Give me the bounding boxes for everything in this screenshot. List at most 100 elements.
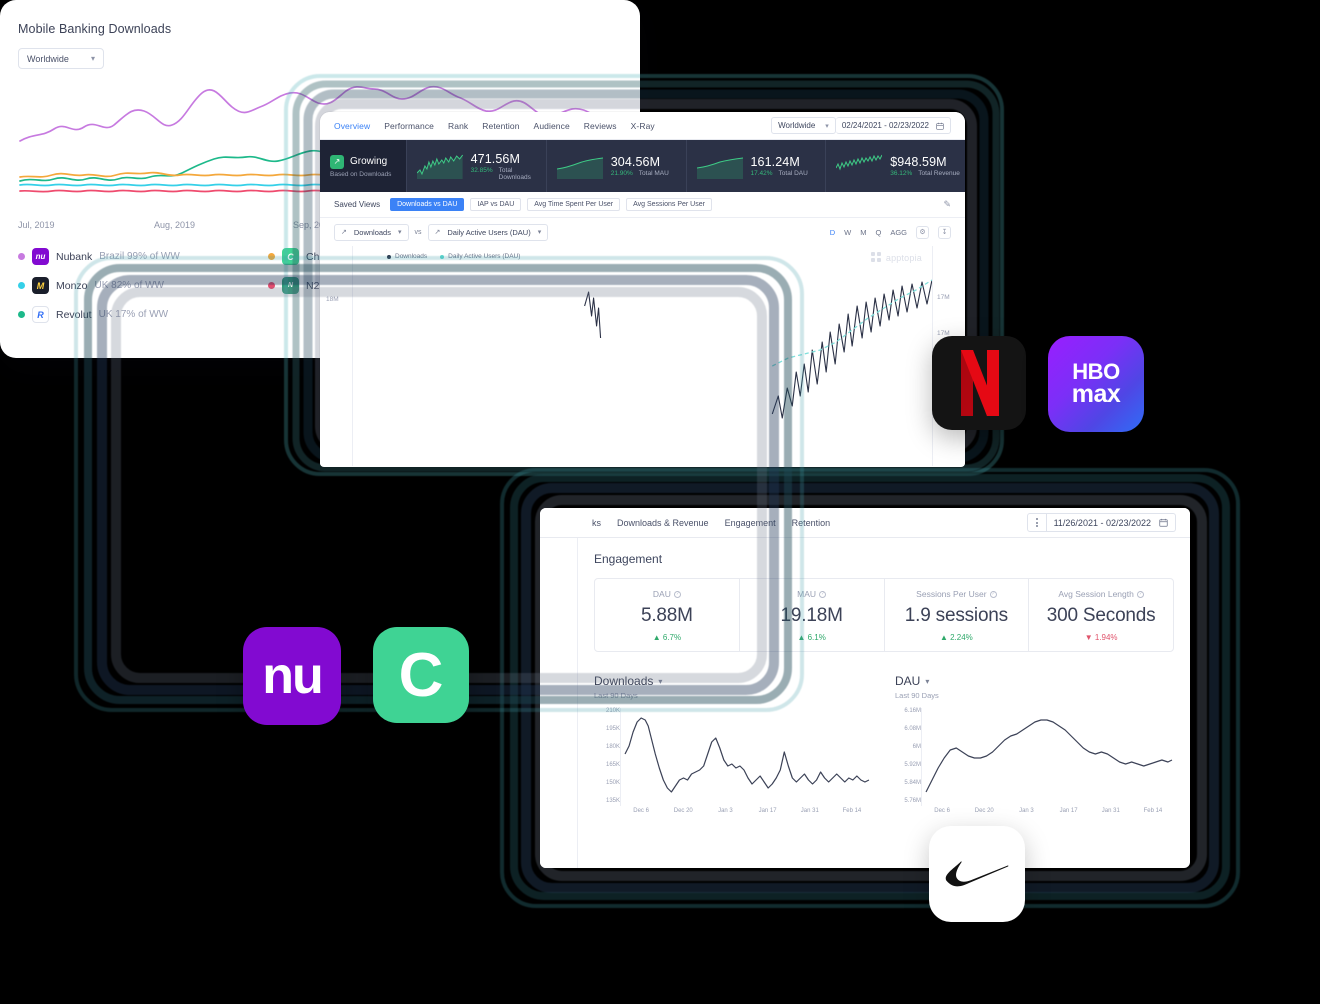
hbomax-app-icon[interactable]: HBO max	[1048, 336, 1144, 432]
nav-performance[interactable]: Performance	[384, 121, 434, 131]
overview-navbar-right: Worldwide ▾ 02/24/2021 - 02/23/2022	[771, 117, 951, 134]
help-icon[interactable]: ?	[1136, 590, 1144, 598]
dau-xtick-4: Jan 31	[1101, 808, 1120, 814]
gear-icon[interactable]: ⚙	[916, 225, 929, 239]
nav-retention[interactable]: Retention	[482, 121, 519, 131]
help-icon[interactable]: ?	[989, 590, 997, 598]
chevron-down-icon[interactable]: ▾	[925, 677, 929, 686]
mini-chart-dau: DAU ▾ Last 90 Days 6.16M 6.08M 6M 5.92M …	[895, 674, 1174, 814]
granularity-day[interactable]: D	[830, 228, 835, 237]
metric-dau-value: 161.24M	[750, 155, 800, 169]
engagement-date-range-value: 11/26/2021 - 02/23/2022	[1053, 517, 1151, 528]
nav-rank[interactable]: Rank	[448, 121, 468, 131]
netflix-app-icon[interactable]	[932, 336, 1026, 430]
granularity-week[interactable]: W	[844, 228, 851, 237]
download-icon[interactable]: ↧	[938, 225, 951, 239]
dl-ytick-4: 150K	[605, 780, 620, 786]
metric-dau-text: 161.24M 17.42% Total DAU	[751, 155, 808, 177]
kpi-avg-session-length: Avg Session Length ? 300 Seconds ▼ 1.94%	[1028, 579, 1173, 651]
metric-revenue-row2: 36.12% Total Revenue	[890, 170, 960, 177]
metric-total-dau: 161.24M 17.42% Total DAU	[685, 140, 826, 192]
saved-view-avg-time-spent[interactable]: Avg Time Spent Per User	[527, 198, 621, 211]
kpi-asl-delta: ▼ 1.94%	[1084, 633, 1118, 642]
kpi-asl-value: 300 Seconds	[1046, 605, 1156, 626]
dau-line-series	[925, 719, 1173, 793]
calendar-icon	[936, 122, 944, 130]
metric-revenue-value: $948.59M	[890, 155, 947, 169]
dau-ytick-5: 5.76M	[904, 798, 921, 804]
chevron-down-icon: ▾	[825, 122, 829, 130]
metric-dau-row2: 17.42% Total DAU	[751, 170, 808, 177]
dl-xtick-4: Jan 31	[800, 808, 819, 814]
hbomax-wordmark: HBO max	[1072, 361, 1121, 406]
metric-a-value: Downloads	[353, 227, 391, 237]
dl-xtick-0: Dec 6	[633, 808, 649, 814]
overview-chart-controls: ↗ Downloads ▾ vs ↗ Daily Active Users (D…	[320, 218, 965, 246]
nubank-app-tile-icon[interactable]: nu	[243, 627, 341, 725]
line-chart-icon: ↗	[434, 229, 441, 236]
engagement-date-range-picker[interactable]: 11/26/2021 - 02/23/2022	[1046, 513, 1176, 532]
sparkline-revenue	[836, 154, 883, 171]
kpi-spu-delta-text: 2.24%	[950, 633, 973, 642]
dau-ytick-2: 6M	[912, 744, 921, 750]
granularity-agg[interactable]: AGG	[890, 228, 907, 237]
metric-mau-text: 304.56M 21.90% Total MAU	[611, 155, 669, 177]
dau-xtick-3: Jan 17	[1059, 808, 1078, 814]
growth-status: ↗ Growing Based on Downloads	[320, 140, 406, 192]
kpi-sessions-per-user: Sessions Per User ? 1.9 sessions ▲ 2.24%	[883, 579, 1029, 651]
y-right-tick-0: 17M	[937, 294, 950, 301]
banking-region-select[interactable]: Worldwide ▾	[18, 48, 104, 69]
dl-ytick-2: 180K	[605, 744, 620, 750]
metric-b-value: Daily Active Users (DAU)	[447, 227, 531, 237]
granularity-controls: D W M Q AGG ⚙ ↧	[830, 225, 951, 239]
metric-b-dropdown[interactable]: ↗ Daily Active Users (DAU) ▾	[427, 223, 549, 241]
metric-downloads-change: 32.85%	[470, 166, 493, 174]
metric-mau-value: 304.56M	[610, 155, 661, 169]
metric-mau-change: 21.90%	[610, 170, 633, 177]
chime-app-tile-icon[interactable]: C	[373, 627, 469, 723]
nav-overview[interactable]: Overview	[334, 121, 370, 131]
mini-chart-dau-head[interactable]: DAU ▾	[895, 674, 1174, 688]
chime-tile-label: C	[398, 640, 444, 710]
mini-chart-dau-title: DAU	[895, 674, 921, 688]
kpi-spu-label-text: Sessions Per User	[916, 589, 987, 599]
kpi-asl-label: Avg Session Length ?	[1058, 589, 1144, 599]
nubank-app-icon: nu	[32, 248, 49, 265]
metric-downloads-value: 471.56M	[470, 151, 520, 166]
nike-app-icon[interactable]	[929, 826, 1025, 922]
pencil-icon[interactable]: ✎	[943, 199, 951, 210]
engagement-navbar-right: 11/26/2021 - 02/23/2022	[1026, 513, 1176, 532]
mini-chart-dau-body: 6.16M 6.08M 6M 5.92M 5.84M 5.76M	[895, 708, 1174, 806]
dl-xtick-2: Jan 3	[718, 808, 733, 814]
monzo-app-icon: M	[32, 277, 49, 294]
saved-view-iap-vs-dau[interactable]: IAP vs DAU	[470, 198, 522, 211]
calendar-icon	[1159, 518, 1168, 527]
nav-xray[interactable]: X-Ray	[631, 121, 655, 131]
date-range-value: 02/24/2021 - 02/23/2022	[841, 121, 929, 130]
granularity-month[interactable]: M	[860, 228, 866, 237]
kpi-spu-label: Sessions Per User ?	[916, 589, 997, 599]
overview-nav-items: Overview Performance Rank Retention Audi…	[334, 121, 655, 131]
date-range-picker[interactable]: 02/24/2021 - 02/23/2022	[835, 117, 951, 134]
dl-ytick-3: 165K	[605, 762, 620, 768]
saved-view-avg-sessions[interactable]: Avg Sessions Per User	[626, 198, 712, 211]
metric-revenue-label: Total Revenue	[918, 170, 960, 177]
mb-xtick-0: Jul, 2019	[18, 220, 55, 230]
metric-mau-row2: 21.90% Total MAU	[611, 170, 669, 177]
region-select[interactable]: Worldwide ▾	[771, 117, 836, 134]
saved-view-downloads-vs-dau[interactable]: Downloads vs DAU	[390, 198, 465, 211]
nav-audience[interactable]: Audience	[534, 121, 570, 131]
nav-reviews[interactable]: Reviews	[584, 121, 617, 131]
granularity-quarter[interactable]: Q	[875, 228, 881, 237]
metric-total-revenue: $948.59M 36.12% Total Revenue	[825, 140, 965, 192]
mini-chart-dau-plot	[921, 708, 1174, 806]
sparkline-downloads	[417, 154, 463, 179]
sparkline-dau	[696, 157, 743, 179]
metric-a-dropdown[interactable]: ↗ Downloads ▾	[334, 223, 409, 241]
composite-screenshot: Overview Performance Rank Retention Audi…	[0, 0, 1320, 1004]
vs-label: vs	[414, 228, 422, 236]
chevron-down-icon: ▾	[90, 54, 95, 63]
growth-status-title: Growing	[350, 156, 388, 167]
more-vertical-icon[interactable]	[1026, 513, 1047, 532]
mini-chart-downloads-xaxis: Dec 6 Dec 20 Jan 3 Jan 17 Jan 31 Feb 14	[594, 808, 873, 814]
